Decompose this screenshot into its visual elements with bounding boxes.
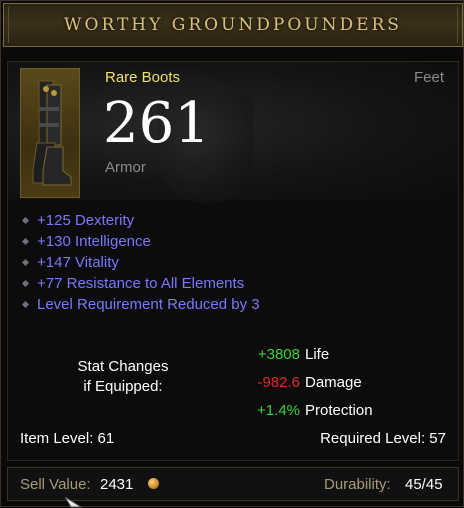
stat-changes-list: +3808 Life -982.6 Damage +1.4% Protectio… [248,340,373,424]
stat-changes-label: Stat Changes if Equipped: [48,357,198,397]
stat-name: Life [305,345,330,363]
item-body: Rare Boots Feet 261 Armor +125 Dexterity… [7,61,459,461]
sell-value-label: Sell Value: [20,476,91,493]
item-slot: Feet [413,69,444,86]
affix-bullet-icon [21,279,30,288]
affix-text: Level Requirement Reduced by 3 [37,296,260,313]
affix-bullet-icon [21,258,30,267]
affix-text: +77 Resistance to All Elements [37,275,245,292]
affix-item: +130 Intelligence [18,231,260,252]
item-level: Item Level: 61 [20,430,115,447]
item-title-bar: WORTHY GROUNDPOUNDERS [3,3,463,47]
affix-bullet-icon [21,216,30,225]
item-header: Rare Boots Feet 261 Armor [8,62,458,204]
stat-value: +1.4% [257,401,300,419]
sell-value-amount: 2431 [100,476,134,493]
affix-item: +125 Dexterity [18,210,260,231]
armor-value: 261 [103,91,210,156]
affix-item: Level Requirement Reduced by 3 [18,294,260,315]
affix-list: +125 Dexterity +130 Intelligence +147 Vi… [18,210,260,315]
stat-name: Protection [305,401,373,419]
item-footer: Sell Value: 2431 Durability: 45/45 [7,467,459,501]
affix-item: +77 Resistance to All Elements [18,273,260,294]
item-name: WORTHY GROUNDPOUNDERS [64,15,402,35]
stat-name: Damage [305,373,362,391]
item-tooltip: WORTHY GROUNDPOUNDERS Rare Boots Feet 26… [0,0,464,508]
mouse-cursor-icon [65,497,83,508]
stat-value: -982.6 [257,373,300,391]
item-icon-frame [20,68,80,198]
stat-row-damage: -982.6 Damage [248,368,373,396]
affix-bullet-icon [21,237,30,246]
affix-text: +147 Vitality [37,254,119,271]
stat-row-life: +3808 Life [248,340,373,368]
armor-label: Armor [105,159,146,176]
durability-value: 45/45 [405,476,443,493]
durability-label: Durability: [324,476,391,493]
affix-text: +125 Dexterity [37,212,135,229]
affix-text: +130 Intelligence [37,233,151,250]
stat-row-protection: +1.4% Protection [248,396,373,424]
gold-coin-icon [148,478,159,489]
stat-changes-label-line2: if Equipped: [83,378,163,395]
item-type: Rare Boots [105,69,181,86]
stat-changes-label-line1: Stat Changes [77,358,169,375]
stat-value: +3808 [257,345,300,363]
affix-bullet-icon [21,300,30,309]
required-level: Required Level: 57 [320,430,446,447]
affix-item: +147 Vitality [18,252,260,273]
boots-icon [32,80,72,186]
